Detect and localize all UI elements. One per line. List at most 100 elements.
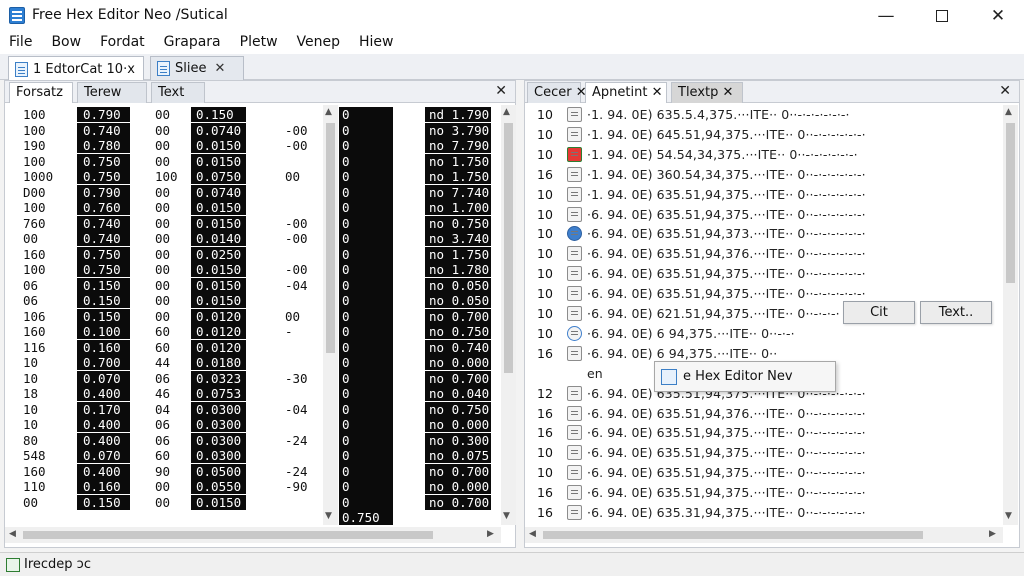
hex-cell[interactable]: no 3.790 [425, 122, 491, 138]
tab-terew[interactable]: Terew [77, 82, 147, 103]
hex-cell[interactable]: 548 [23, 448, 46, 463]
hex-row[interactable]: 110 0.160 00 0.0550 -90 [5, 479, 321, 494]
hex-row[interactable]: 0 1.050no 0.050 [339, 293, 499, 323]
hex-cell[interactable]: 0.750 [77, 169, 130, 184]
hex-cell[interactable]: 60 [155, 340, 170, 355]
hex-cell[interactable]: -90 [285, 479, 308, 494]
hex-cell[interactable]: 0.0300 [191, 448, 246, 463]
hex-row[interactable]: 0 0.050no 0.000 [339, 355, 499, 385]
hex-cell[interactable]: 0.0140 [191, 231, 246, 246]
hex-cell[interactable]: 0.400 [77, 463, 130, 479]
hex-cell[interactable]: 10 [23, 355, 38, 370]
hex-cell[interactable]: 00 [155, 231, 170, 246]
list-item[interactable]: 10 ·6. 94. 0E) 635.51,94,373.···ITE·· 0··… [525, 224, 1003, 244]
hex-cell[interactable]: 100 [23, 107, 46, 122]
tab-apnetint[interactable]: Apnetint ✕ [585, 82, 667, 103]
hex-cell[interactable]: 0.0740 [191, 122, 246, 138]
hex-row[interactable]: 0 0.000no 0.075 [339, 448, 499, 478]
hex-cell[interactable]: 0.0150 [191, 494, 246, 510]
hex-cell[interactable]: 0.0550 [191, 479, 246, 494]
doc-tab-sliee[interactable]: Sliee ✕ [150, 56, 244, 80]
hex-cell[interactable]: 0.400 [77, 417, 130, 432]
hex-cell[interactable]: no 0.750 [425, 401, 491, 417]
hex-cell[interactable]: 0.750 [77, 153, 130, 169]
scroll-left-icon[interactable]: ◀ [9, 529, 16, 539]
hex-cell[interactable]: 106 [23, 309, 46, 324]
hex-cell[interactable]: 0.150 [191, 107, 246, 122]
hex-cell[interactable]: 0.0150 [191, 293, 246, 308]
hex-cell[interactable]: 00 [155, 262, 170, 277]
hex-row[interactable]: 100 0.740 00 0.0740 -00 [5, 122, 321, 138]
menu-fordat[interactable]: Fordat [91, 32, 155, 54]
hex-cell[interactable]: 0.0150 [191, 200, 246, 215]
hex-cell[interactable]: no 0.700 [425, 463, 491, 479]
menu-hiew[interactable]: Hiew [350, 32, 403, 54]
hex-row[interactable]: 0 0.000no 0.750 [339, 324, 499, 354]
hex-cell[interactable]: 00 [155, 309, 170, 324]
hex-row[interactable]: 0 10.00no 0.000 [339, 417, 499, 447]
list-item[interactable]: 16 ·6. 94. 0E) 635.51,94,375.···ITE·· 0··… [525, 423, 1003, 443]
scroll-down-icon[interactable]: ▼ [1005, 511, 1012, 521]
hex-row[interactable]: 10 0.070 06 0.0323 -30 [5, 370, 321, 386]
hex-cell[interactable]: 10 [23, 417, 38, 432]
list-item[interactable]: 10 ·1. 94. 0E) 635.5.4,375.···ITE·· 0··-·… [525, 105, 1003, 125]
hex-row[interactable]: 100 0.760 00 0.0150 [5, 200, 321, 215]
list-item[interactable]: 10·6. 94. 0E) 675.51,94,375.···ITE·· 0··… [525, 523, 1003, 525]
hex-cell[interactable]: 00 [155, 495, 170, 510]
hex-row[interactable]: 06 0.150 00 0.0150 [5, 293, 321, 308]
close-tab-icon[interactable]: ✕ [214, 61, 225, 76]
menu-file[interactable]: File [0, 32, 42, 54]
hex-cell[interactable]: no 1.700 [425, 200, 491, 215]
hex-cell[interactable]: 0.0120 [191, 339, 246, 355]
list-item[interactable]: 10 ·6. 94. 0E) 635.51,94,375.···ITE·· 0··… [525, 264, 1003, 284]
hex-cell[interactable]: 06 [23, 278, 38, 293]
hex-cell[interactable]: 00 [155, 123, 170, 138]
close-tab-icon[interactable]: ✕ [652, 85, 663, 100]
list-item[interactable]: 10 ·6. 94. 0E) 635.51,94,375.···ITE·· 0··… [525, 443, 1003, 463]
hex-cell[interactable]: 0.740 [77, 231, 130, 246]
hex-row[interactable]: 0 1.790nd 1.790 [339, 107, 499, 137]
hex-row[interactable]: 0 1.740no 0.740 [339, 339, 499, 370]
hex-row[interactable]: 1000 0.750 100 0.0750 00 [5, 169, 321, 184]
scroll-thumb[interactable] [543, 531, 923, 539]
hex-cell[interactable]: 18 [23, 386, 38, 401]
hex-cell[interactable]: -00 [285, 216, 308, 231]
hex-cell[interactable]: 760 [23, 216, 46, 231]
hex-cell[interactable]: 0.070 [77, 370, 130, 386]
hex-row[interactable]: 100 0.750 00 0.0150 [5, 153, 321, 169]
hex-cell[interactable]: 160 [23, 464, 46, 479]
hex-cell[interactable]: -30 [285, 371, 308, 386]
hex-cell[interactable]: no 1.780 [425, 262, 491, 277]
hex-cell[interactable]: 60 [155, 324, 170, 339]
hex-row[interactable]: 00 0.740 00 0.0140 -00 [5, 231, 321, 246]
hex-row[interactable]: 160 0.400 90 0.0500 -24 [5, 463, 321, 479]
scroll-thumb[interactable] [504, 123, 513, 373]
hex-cell[interactable]: -00 [285, 138, 308, 153]
hex-cell[interactable]: 0.0180 [191, 355, 246, 370]
hex-cell[interactable]: no 0.750 [425, 324, 491, 339]
hex-cell[interactable]: 0.0120 [191, 324, 246, 339]
hex-cell[interactable]: 0.0150 [191, 262, 246, 277]
hex-cell[interactable]: 190 [23, 138, 46, 153]
close-pane-icon[interactable]: ✕ [495, 83, 507, 99]
hex-row[interactable]: D00 0.790 00 0.0740 [5, 184, 321, 200]
hex-cell[interactable]: no 0.750 [425, 215, 491, 231]
scroll-down-icon[interactable]: ▼ [503, 511, 510, 521]
hex-row[interactable]: 18 0.400 46 0.0753 [5, 386, 321, 401]
close-pane-icon[interactable]: ✕ [999, 83, 1011, 99]
hex-cell[interactable]: nd 1.790 [425, 107, 491, 122]
hex-cell[interactable]: no 0.050 [425, 293, 491, 308]
list-item[interactable]: 16 ·1. 94. 0E) 360.54,34,375.···ITE·· 0··… [525, 165, 1003, 185]
hex-cell[interactable]: -04 [285, 278, 308, 293]
hex-cell[interactable]: 160 [23, 324, 46, 339]
hex-row[interactable]: 0 1.770no 3.790 [339, 122, 499, 153]
hex-cell[interactable]: 0.790 [77, 107, 130, 122]
hex-cell[interactable]: 0.0300 [191, 432, 246, 448]
hex-cell[interactable]: 00 [155, 293, 170, 308]
list-item[interactable]: 10 ·1. 94. 0E) 54.54,34,375.···ITE·· 0··-… [525, 145, 1003, 165]
hex-cell[interactable]: 80 [23, 433, 38, 448]
menu-bow[interactable]: Bow [42, 32, 91, 54]
hex-cell[interactable]: 04 [155, 402, 170, 417]
hex-row[interactable]: 0 1.750no 1.750 [339, 169, 499, 199]
tab-text[interactable]: Text [151, 82, 205, 103]
